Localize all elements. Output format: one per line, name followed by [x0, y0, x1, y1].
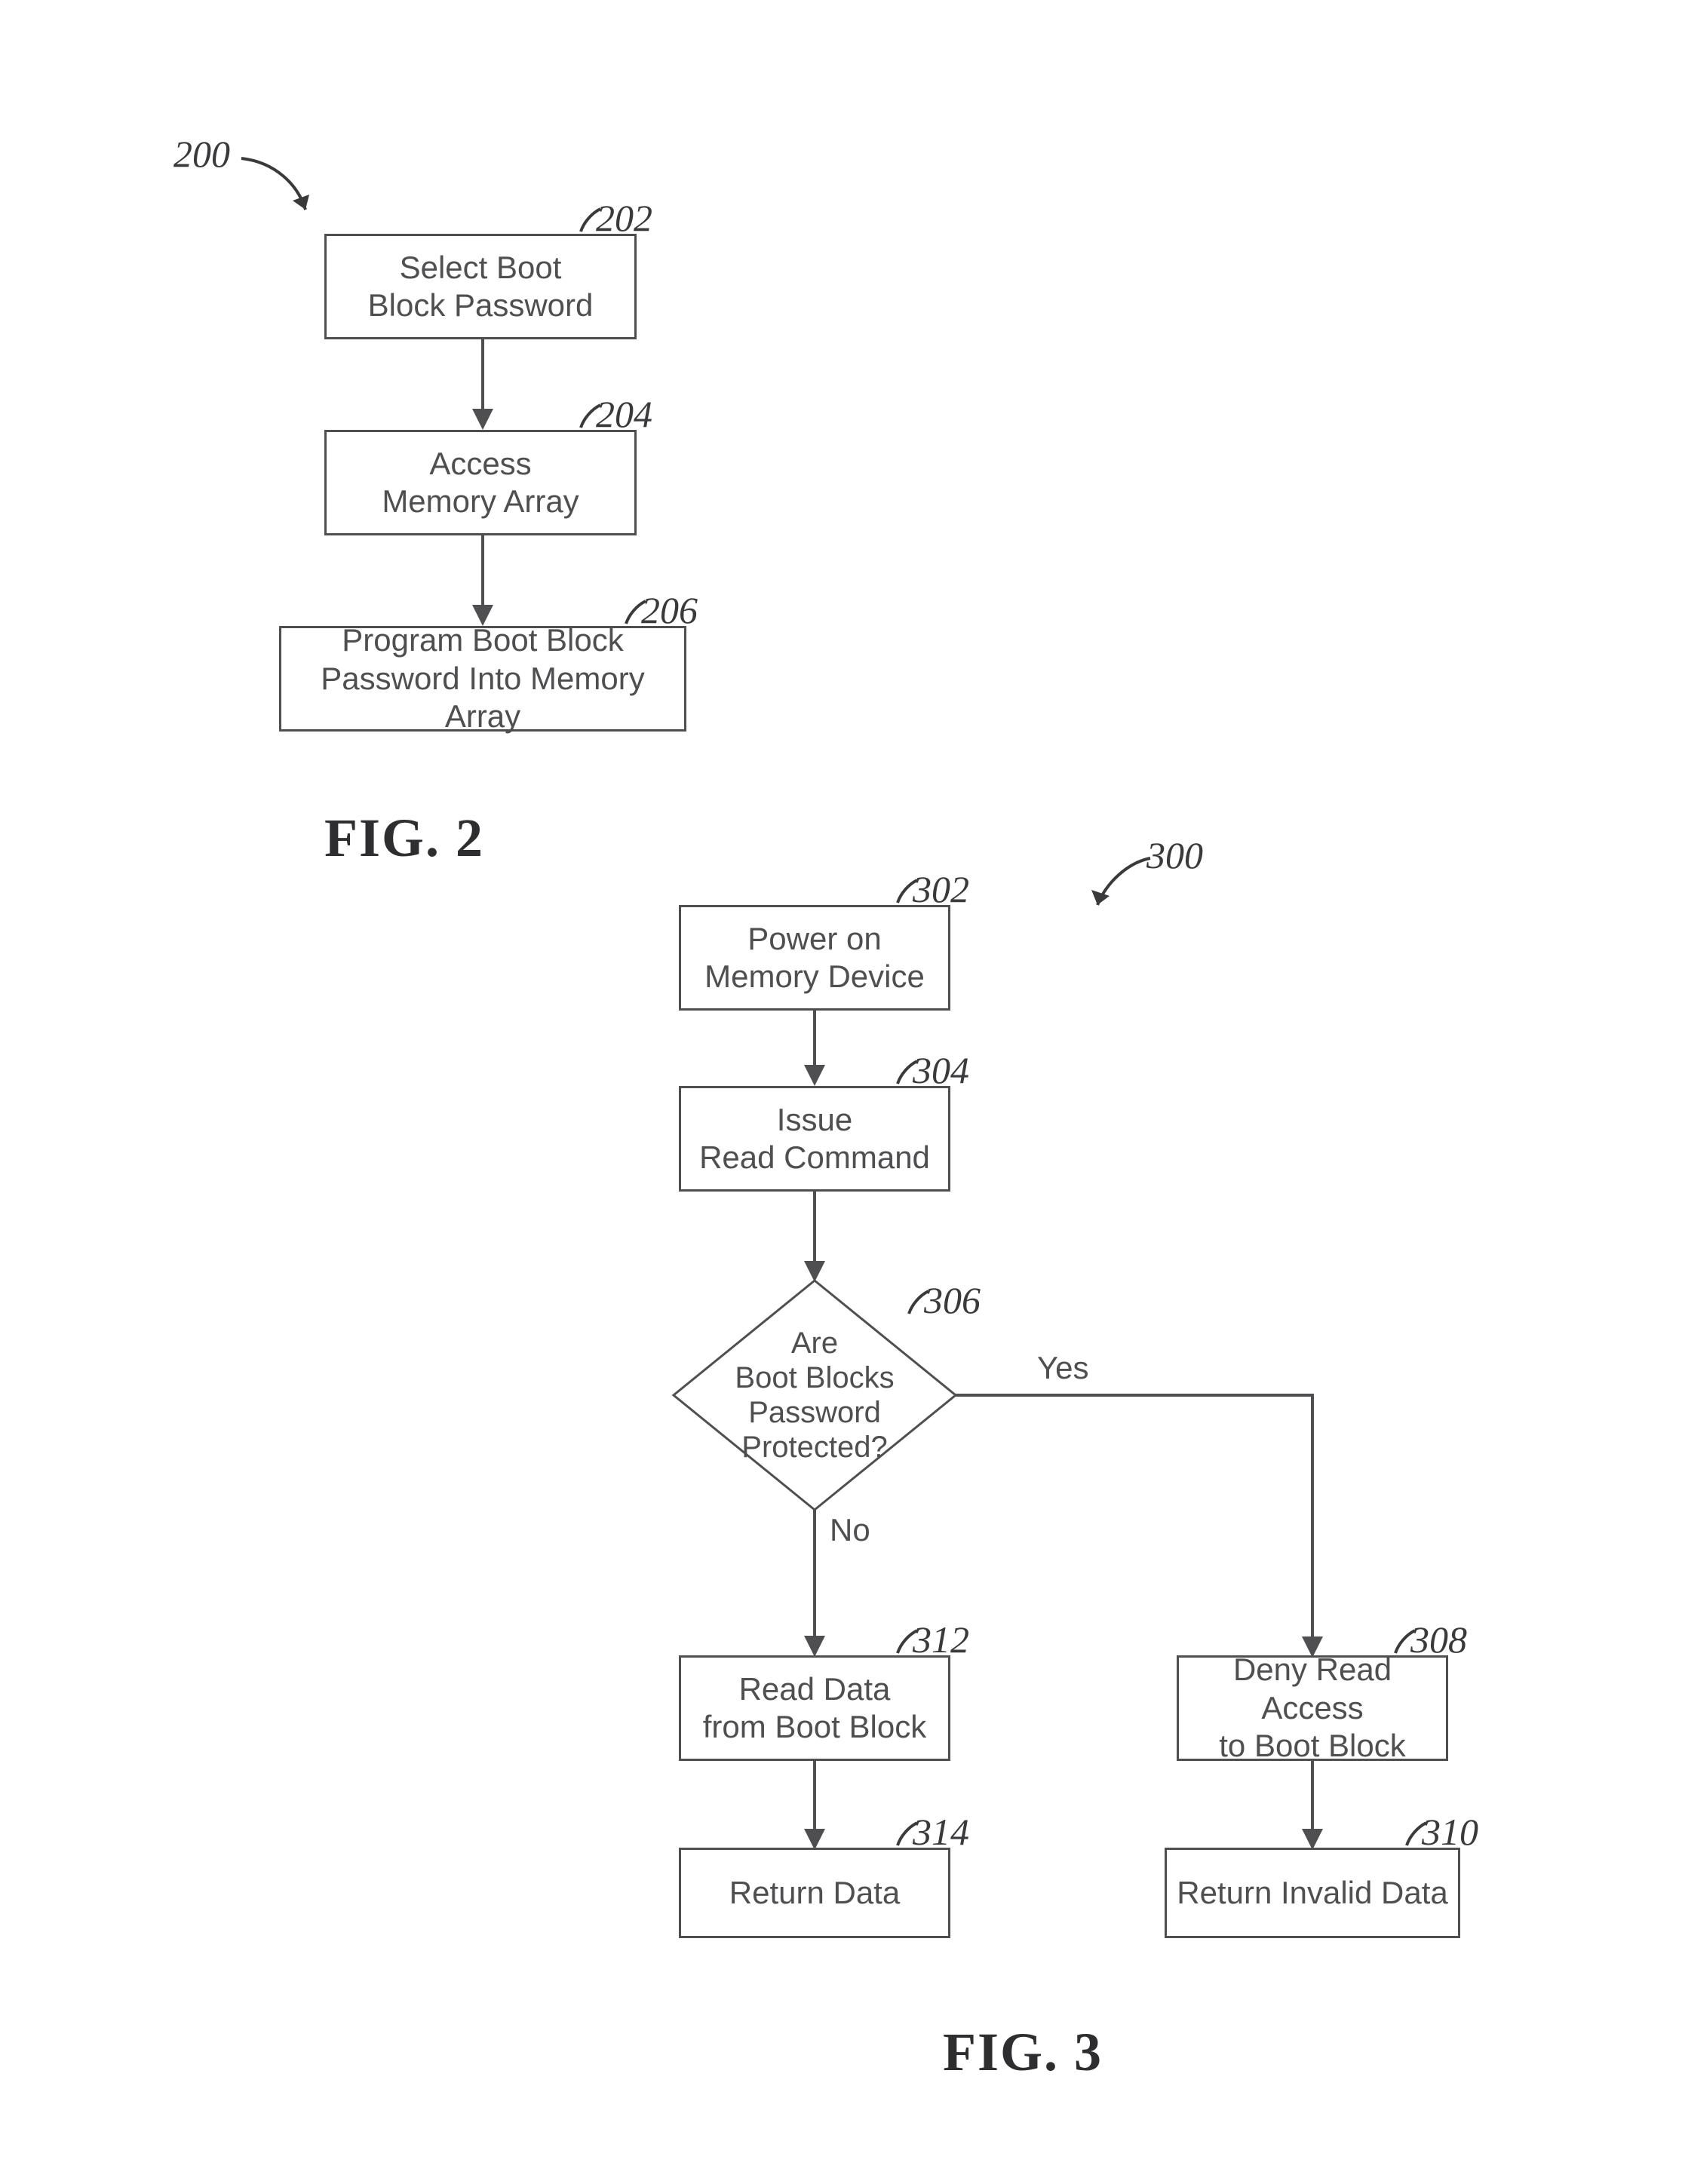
block-306-line3: Password	[748, 1395, 881, 1430]
block-308-line2: to Boot Block	[1219, 1727, 1405, 1765]
block-206-line2: Password Into Memory Array	[286, 660, 680, 736]
block-204-line1: Access	[429, 445, 531, 483]
block-306-line2: Boot Blocks	[735, 1360, 894, 1395]
arrow-302-304	[800, 1011, 830, 1094]
block-302-line1: Power on	[747, 920, 881, 958]
ref-300-arrow	[1090, 852, 1165, 920]
arrow-308-310	[1297, 1761, 1327, 1855]
block-306-line4: Protected?	[741, 1430, 887, 1465]
ref-202-tick	[576, 206, 606, 236]
ref-200-arrow	[234, 151, 324, 226]
block-202-line2: Block Password	[368, 287, 594, 324]
block-206-line1: Program Boot Block	[342, 621, 624, 659]
block-304-line2: Read Command	[699, 1139, 930, 1176]
edge-no-label: No	[830, 1512, 870, 1548]
block-314-line1: Return Data	[729, 1874, 900, 1912]
block-204-line2: Memory Array	[382, 483, 579, 520]
ref-308-tick	[1391, 1627, 1421, 1658]
block-312-line1: Read Data	[739, 1670, 891, 1708]
block-202: Select Boot Block Password	[324, 234, 637, 339]
block-302: Power on Memory Device	[679, 905, 950, 1011]
block-206: Program Boot Block Password Into Memory …	[279, 626, 686, 732]
ref-206-tick	[622, 598, 652, 628]
block-312-line2: from Boot Block	[703, 1708, 926, 1746]
ref-306-tick	[904, 1288, 935, 1318]
block-304: Issue Read Command	[679, 1086, 950, 1192]
arrow-306-312	[800, 1510, 830, 1661]
block-304-line1: Issue	[777, 1101, 852, 1139]
ref-204-tick	[576, 402, 606, 432]
arrow-304-306	[800, 1192, 830, 1290]
ref-302-tick	[893, 877, 923, 907]
block-202-line1: Select Boot	[400, 249, 562, 287]
ref-304-tick	[893, 1058, 923, 1088]
block-306-line1: Are	[791, 1326, 838, 1360]
block-312: Read Data from Boot Block	[679, 1655, 950, 1761]
fig2-caption: FIG. 2	[324, 807, 484, 870]
arrow-306-308	[956, 1394, 1348, 1665]
block-302-line2: Memory Device	[704, 958, 925, 995]
edge-yes-label: Yes	[1037, 1350, 1089, 1386]
block-204: Access Memory Array	[324, 430, 637, 535]
ref-200: 200	[173, 132, 230, 176]
ref-312-tick	[893, 1627, 923, 1658]
block-310-line1: Return Invalid Data	[1177, 1874, 1448, 1912]
arrow-202-204	[468, 339, 498, 437]
arrow-204-206	[468, 535, 498, 633]
ref-314-tick	[893, 1820, 923, 1850]
block-310: Return Invalid Data	[1165, 1848, 1460, 1938]
ref-310-tick	[1402, 1820, 1432, 1850]
block-308-line1: Deny Read Access	[1183, 1651, 1441, 1727]
arrow-312-314	[800, 1761, 830, 1855]
fig3-caption: FIG. 3	[943, 2021, 1103, 2084]
block-314: Return Data	[679, 1848, 950, 1938]
block-308: Deny Read Access to Boot Block	[1177, 1655, 1448, 1761]
